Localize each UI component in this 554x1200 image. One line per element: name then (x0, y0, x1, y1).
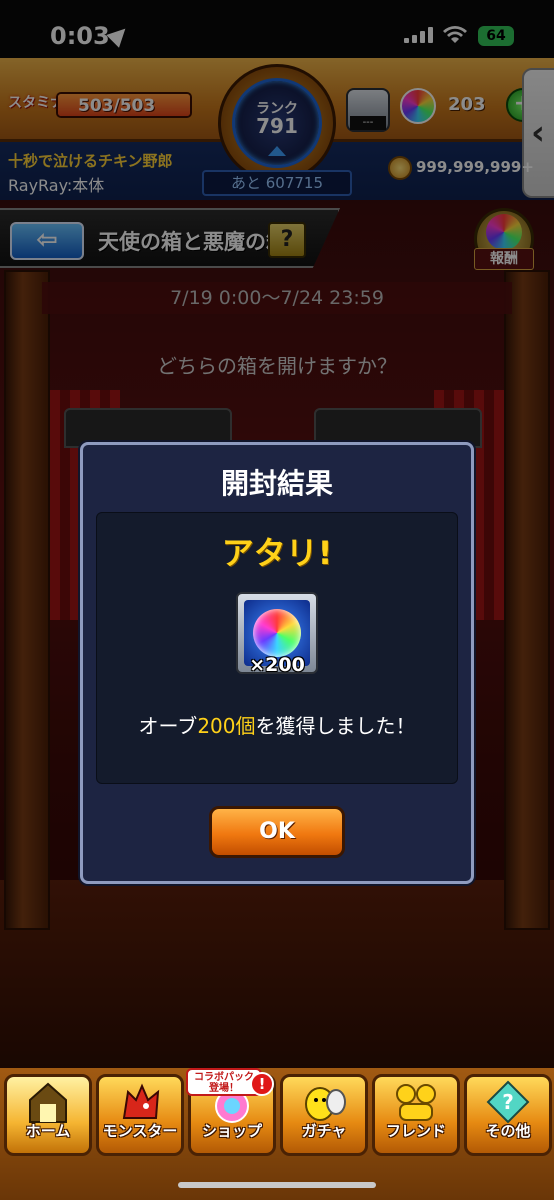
message-suffix: を獲得しました！ (255, 714, 416, 738)
result-message: オーブ200個を獲得しました！ (96, 710, 458, 739)
ok-button[interactable]: OK (209, 806, 345, 858)
reward-quantity: ×200 (249, 654, 305, 676)
friend-icon (396, 1084, 436, 1121)
result-heading: アタリ! (221, 534, 333, 572)
nav-label-monster: モンスター (102, 1122, 178, 1140)
home-icon (29, 1082, 67, 1123)
nav-label-gacha: ガチャ (301, 1122, 347, 1140)
gacha-icon (305, 1087, 346, 1121)
nav-label-other: その他 (485, 1122, 531, 1140)
dialog-title: 開封結果 (220, 467, 333, 500)
message-prefix: オーブ (138, 714, 198, 738)
nav-label-shop: ショップ (201, 1122, 262, 1140)
nav-label-friend: フレンド (385, 1122, 446, 1140)
other-icon: ? (486, 1080, 530, 1124)
svg-text:?: ? (502, 1090, 514, 1114)
alert-icon: ! (250, 1072, 274, 1096)
orb-reward-icon (253, 609, 301, 657)
message-highlight: 200個 (197, 714, 256, 738)
home-indicator[interactable] (178, 1182, 376, 1188)
monster-icon (122, 1083, 160, 1119)
nav-label-home: ホーム (25, 1122, 71, 1140)
